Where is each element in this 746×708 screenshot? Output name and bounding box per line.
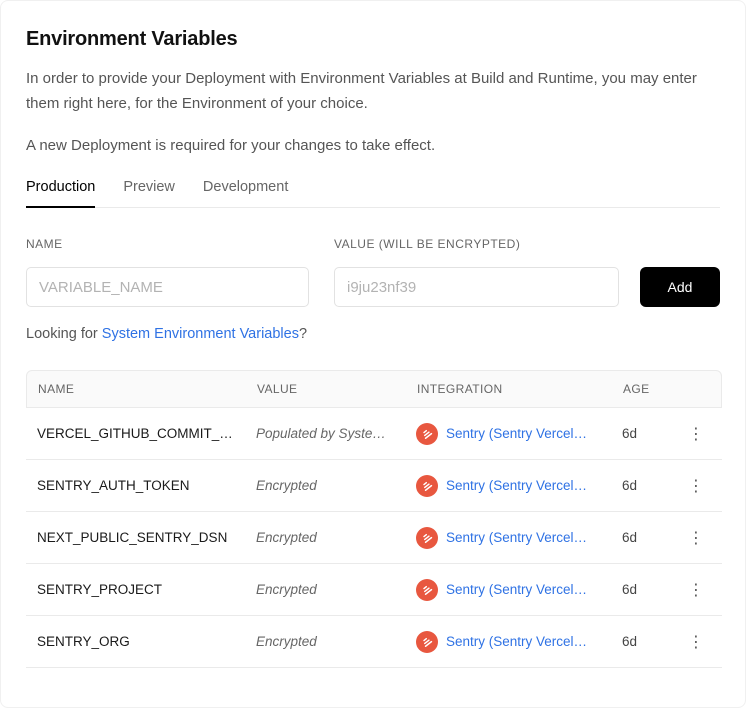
row-menu-button[interactable]: ⋮ [684, 630, 708, 654]
row-menu-button[interactable]: ⋮ [684, 526, 708, 550]
row-menu-button[interactable]: ⋮ [684, 422, 708, 446]
variable-value: Populated by Syste… [256, 426, 416, 441]
page-title: Environment Variables [26, 28, 720, 51]
column-header-age: AGE [623, 382, 679, 396]
integration-link[interactable]: Sentry (Sentry Vercel… [446, 582, 587, 597]
integration-link[interactable]: Sentry (Sentry Vercel… [446, 530, 587, 545]
tab-preview[interactable]: Preview [123, 179, 175, 208]
system-env-prefix: Looking for [26, 326, 102, 342]
integration-cell: Sentry (Sentry Vercel… [416, 423, 622, 445]
variable-name: NEXT_PUBLIC_SENTRY_DSN [37, 530, 256, 545]
name-field-label: NAME [26, 237, 309, 251]
table-row: SENTRY_PROJECT Encrypted Sentry (Sentry … [26, 564, 722, 616]
environment-variables-panel: Environment Variables In order to provid… [0, 0, 746, 708]
add-button[interactable]: Add [640, 267, 720, 307]
row-menu-button[interactable]: ⋮ [684, 474, 708, 498]
integration-link[interactable]: Sentry (Sentry Vercel… [446, 478, 587, 493]
age-value: 6d [622, 426, 678, 441]
integration-cell: Sentry (Sentry Vercel… [416, 579, 622, 601]
table-row: SENTRY_ORG Encrypted Sentry (Sentry Verc… [26, 616, 722, 668]
age-value: 6d [622, 582, 678, 597]
variable-name: SENTRY_PROJECT [37, 582, 256, 597]
variable-name: VERCEL_GITHUB_COMMIT_… [37, 426, 256, 441]
system-env-suffix: ? [299, 326, 307, 342]
system-env-line: Looking for System Environment Variables… [26, 326, 720, 342]
row-menu-button[interactable]: ⋮ [684, 578, 708, 602]
integration-cell: Sentry (Sentry Vercel… [416, 475, 622, 497]
integration-cell: Sentry (Sentry Vercel… [416, 527, 622, 549]
add-variable-form: NAME VALUE (WILL BE ENCRYPTED) Add [26, 237, 720, 307]
tab-development[interactable]: Development [203, 179, 288, 208]
column-header-name: NAME [38, 382, 257, 396]
age-value: 6d [622, 478, 678, 493]
redeploy-note-text: A new Deployment is required for your ch… [26, 133, 702, 158]
variable-value: Encrypted [256, 530, 416, 545]
variable-value: Encrypted [256, 478, 416, 493]
age-value: 6d [622, 530, 678, 545]
env-variables-table: NAME VALUE INTEGRATION AGE VERCEL_GITHUB… [26, 370, 722, 668]
variable-name: SENTRY_AUTH_TOKEN [37, 478, 256, 493]
environment-tabs: Production Preview Development [26, 179, 720, 208]
table-row: VERCEL_GITHUB_COMMIT_… Populated by Syst… [26, 408, 722, 460]
table-header-row: NAME VALUE INTEGRATION AGE [26, 370, 722, 408]
sentry-icon [416, 475, 438, 497]
table-row: NEXT_PUBLIC_SENTRY_DSN Encrypted Sentry … [26, 512, 722, 564]
value-field-label: VALUE (WILL BE ENCRYPTED) [334, 237, 619, 251]
integration-cell: Sentry (Sentry Vercel… [416, 631, 622, 653]
age-value: 6d [622, 634, 678, 649]
table-row: SENTRY_AUTH_TOKEN Encrypted Sentry (Sent… [26, 460, 722, 512]
column-header-integration: INTEGRATION [417, 382, 623, 396]
sentry-icon [416, 423, 438, 445]
tab-production[interactable]: Production [26, 179, 95, 208]
variable-name-input[interactable] [26, 267, 309, 307]
column-header-value: VALUE [257, 382, 417, 396]
integration-link[interactable]: Sentry (Sentry Vercel… [446, 634, 587, 649]
variable-name: SENTRY_ORG [37, 634, 256, 649]
sentry-icon [416, 579, 438, 601]
variable-value: Encrypted [256, 634, 416, 649]
sentry-icon [416, 631, 438, 653]
system-env-variables-link[interactable]: System Environment Variables [102, 326, 299, 342]
description-text: In order to provide your Deployment with… [26, 66, 702, 116]
sentry-icon [416, 527, 438, 549]
variable-value-input[interactable] [334, 267, 619, 307]
variable-value: Encrypted [256, 582, 416, 597]
integration-link[interactable]: Sentry (Sentry Vercel… [446, 426, 587, 441]
